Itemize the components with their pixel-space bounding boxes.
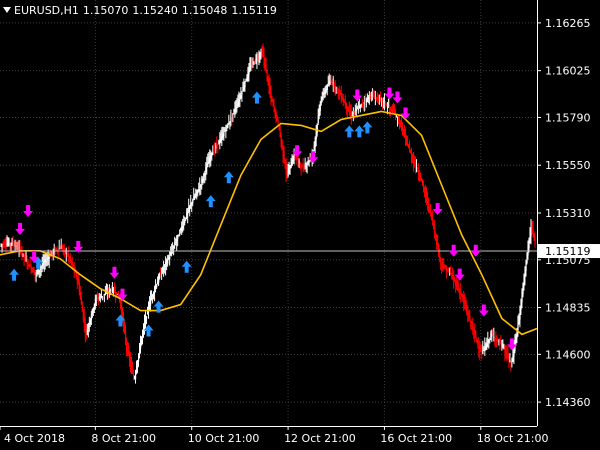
sell-arrow-icon bbox=[392, 91, 403, 104]
candle-body bbox=[277, 120, 279, 123]
x-tick-label: 12 Oct 21:00 bbox=[284, 432, 356, 445]
buy-arrow-icon bbox=[344, 125, 355, 138]
chart-window[interactable]: 1.16265 1.16025 1.15790 1.15550 1.15310 1.150… bbox=[0, 0, 600, 450]
y-tick-label: 1.14360 bbox=[545, 396, 591, 409]
buy-arrow-icon bbox=[205, 195, 216, 208]
candle-body bbox=[223, 131, 225, 136]
candle-body bbox=[179, 233, 181, 235]
open-price: 1.15070 bbox=[82, 4, 129, 17]
candle-body bbox=[167, 260, 169, 264]
price-chart[interactable]: 1.16265 1.16025 1.15790 1.15550 1.15310 1.150… bbox=[0, 0, 600, 450]
collapse-triangle-icon[interactable] bbox=[3, 7, 11, 13]
candle-body bbox=[434, 227, 436, 233]
symbol-info-line: EURUSD,H1 1.15070 1.15240 1.15048 1.15119 bbox=[3, 4, 277, 18]
candle-body bbox=[416, 166, 418, 168]
sell-arrow-icon bbox=[23, 204, 34, 217]
candle-body bbox=[432, 218, 434, 223]
sell-arrow-icon bbox=[448, 244, 459, 257]
candle-body bbox=[357, 109, 360, 111]
candle-body bbox=[244, 82, 246, 88]
candle-body bbox=[27, 261, 29, 263]
y-tick-label: 1.15550 bbox=[545, 159, 591, 172]
candle-body bbox=[146, 316, 148, 319]
candle-body bbox=[493, 336, 495, 338]
x-tick-label: 18 Oct 21:00 bbox=[477, 432, 549, 445]
candle-body bbox=[475, 334, 477, 337]
x-tick-label: 10 Oct 21:00 bbox=[188, 432, 260, 445]
candle-body bbox=[440, 257, 442, 262]
candle-body bbox=[355, 108, 358, 111]
y-tick-label: 1.14600 bbox=[545, 348, 591, 361]
x-tick-label: 16 Oct 21:00 bbox=[380, 432, 452, 445]
symbol-timeframe: EURUSD,H1 bbox=[14, 4, 79, 17]
candle-body bbox=[156, 284, 158, 288]
x-tick-label: 8 Oct 21:00 bbox=[91, 432, 156, 445]
y-tick-label: 1.15310 bbox=[545, 207, 591, 220]
current-price-label: 1.15119 bbox=[545, 245, 591, 258]
sell-arrow-icon bbox=[352, 89, 363, 102]
y-tick-label: 1.16265 bbox=[545, 17, 591, 30]
sell-arrow-icon bbox=[109, 266, 120, 279]
close-price: 1.15119 bbox=[231, 4, 277, 17]
candle-body bbox=[67, 253, 69, 257]
low-price: 1.15048 bbox=[181, 4, 228, 17]
candle-body bbox=[316, 124, 318, 133]
high-price: 1.15240 bbox=[132, 4, 178, 17]
candle-body bbox=[192, 200, 194, 204]
buy-arrow-icon bbox=[362, 121, 373, 134]
candle-body bbox=[241, 92, 243, 95]
moving-average-line bbox=[0, 110, 538, 336]
buy-arrow-icon bbox=[223, 171, 234, 184]
candle-body bbox=[169, 256, 171, 260]
y-tick-label: 1.16025 bbox=[545, 65, 591, 78]
candle-body bbox=[534, 238, 536, 245]
buy-arrow-icon bbox=[9, 268, 20, 281]
candle-body bbox=[266, 69, 268, 77]
candle-body bbox=[469, 315, 471, 320]
candle-body bbox=[270, 92, 272, 97]
sell-arrow-icon bbox=[15, 222, 26, 235]
y-tick-label: 1.15790 bbox=[545, 111, 591, 124]
buy-arrow-icon bbox=[181, 260, 192, 273]
candle-body bbox=[509, 359, 511, 361]
y-tick-label: 1.14835 bbox=[545, 302, 591, 315]
x-tick-label: 4 Oct 2018 bbox=[4, 432, 65, 445]
buy-arrow-icon bbox=[251, 91, 262, 104]
